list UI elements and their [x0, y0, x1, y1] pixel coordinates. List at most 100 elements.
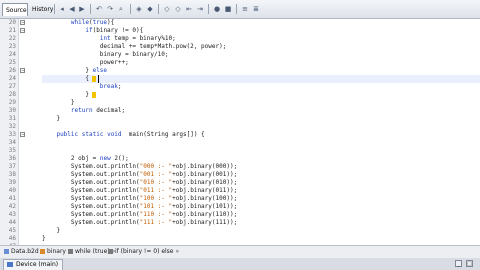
line-number: 45: [8, 227, 16, 234]
breadcrumb-label: while (true): [75, 248, 110, 255]
line-number: 31: [8, 115, 16, 122]
forward-icon[interactable]: ▶: [78, 5, 86, 13]
code-line[interactable]: System.out.println("010 :- "+obj.binary(…: [42, 179, 480, 187]
code-line[interactable]: }: [42, 235, 480, 243]
toolbar-separator: [54, 4, 55, 14]
line-number: 39: [8, 179, 16, 186]
fold-toggle-icon[interactable]: −: [20, 68, 25, 74]
tab-source[interactable]: Source: [2, 3, 28, 16]
toggle-bookmark-icon[interactable]: ◆: [146, 5, 154, 13]
line-number: 24: [8, 75, 16, 82]
toggle-highlight-icon[interactable]: ◈: [135, 5, 143, 13]
find-previous-icon[interactable]: ↶: [95, 5, 103, 13]
toolbar-separator: [158, 4, 159, 14]
next-bookmark-icon[interactable]: ◇: [174, 5, 182, 13]
fold-toggle-icon[interactable]: −: [20, 28, 25, 34]
line-number: 35: [8, 147, 16, 154]
code-line[interactable]: }: [42, 99, 480, 107]
line-number: 44: [8, 219, 16, 226]
find-next-icon[interactable]: ↷: [106, 5, 114, 13]
line-number: 25: [8, 59, 16, 66]
code-line[interactable]: if(binary != 0){: [42, 27, 480, 35]
breadcrumb-label: Data.b2d: [11, 248, 39, 255]
line-number: 33: [8, 131, 16, 138]
line-number: 21: [8, 27, 16, 34]
tab-output[interactable]: Device (main): [3, 259, 64, 270]
line-number: 24: [8, 51, 16, 58]
code-line[interactable]: System.out.println("110 :- "+obj.binary(…: [42, 211, 480, 219]
code-line[interactable]: decimal += temp*Math.pow(2, power);: [42, 43, 480, 51]
line-number: 37: [8, 163, 16, 170]
output-tab-bar: Device (main) _ □: [0, 258, 480, 270]
code-line[interactable]: int temp = binary%10;: [42, 35, 480, 43]
breadcrumb-item[interactable]: binary»: [40, 247, 72, 257]
line-number: 27: [8, 83, 16, 90]
find-selection-icon[interactable]: ⌕: [117, 5, 125, 13]
code-line[interactable]: }: [42, 91, 480, 99]
brace-match-marker: [92, 92, 96, 98]
line-number: 34: [8, 139, 16, 146]
code-line[interactable]: }: [42, 115, 480, 123]
comment-icon[interactable]: ≡: [241, 5, 249, 13]
breadcrumb-icon: [68, 249, 73, 254]
code-line[interactable]: public static void main(String args[]) {: [42, 131, 480, 139]
code-line[interactable]: System.out.println("000 :- "+obj.binary(…: [42, 163, 480, 171]
line-number: 28: [8, 91, 16, 98]
line-number: 43: [8, 211, 16, 218]
code-line[interactable]: System.out.println("111 :- "+obj.binary(…: [42, 219, 480, 227]
maximize-icon[interactable]: □: [466, 260, 473, 267]
line-number: 29: [8, 99, 16, 106]
fold-toggle-icon[interactable]: −: [20, 20, 25, 26]
output-tab-label: Device (main): [16, 261, 59, 268]
code-line[interactable]: [42, 123, 480, 131]
code-area[interactable]: while(true){ if(binary != 0){ int temp =…: [18, 19, 480, 245]
back-icon[interactable]: ◀: [68, 5, 76, 13]
previous-bookmark-icon[interactable]: ◇: [163, 5, 171, 13]
toolbar-separator: [130, 4, 131, 14]
breadcrumb-label: binary: [47, 248, 66, 255]
breadcrumb-item[interactable]: Data.b2d»: [4, 247, 44, 257]
code-line[interactable]: System.out.println("001 :- "+obj.binary(…: [42, 171, 480, 179]
line-number: 26: [8, 67, 16, 74]
code-line[interactable]: {: [42, 75, 480, 83]
toolbar-separator: [90, 4, 91, 14]
shift-left-icon[interactable]: ⇤: [185, 5, 193, 13]
code-line[interactable]: System.out.println("011 :- "+obj.binary(…: [42, 187, 480, 195]
tab-history[interactable]: History: [29, 3, 53, 16]
code-line[interactable]: 2 obj = new 2();: [42, 155, 480, 163]
code-line[interactable]: } else: [42, 67, 480, 75]
code-line[interactable]: return decimal;: [42, 107, 480, 115]
line-number: 38: [8, 171, 16, 178]
code-line[interactable]: break;: [42, 83, 480, 91]
breadcrumb-icon: [40, 249, 45, 254]
shift-right-icon[interactable]: ⇥: [196, 5, 204, 13]
uncomment-icon[interactable]: ≣: [252, 5, 260, 13]
editor-toolbar: Source History ◂ ◀ ▶ ↶ ↷ ⌕ ◈ ◆ ◇ ◇ ⇤ ⇥ ●…: [0, 0, 480, 19]
output-window-icon: [7, 262, 13, 267]
last-edit-icon[interactable]: ◂: [58, 5, 66, 13]
breadcrumb-item[interactable]: if (binary != 0) else»: [108, 247, 179, 257]
code-editor[interactable]: 20 21 22 23 24 25 26 24 27 28 29 30 31 32 33 34 35 36 37 38…: [0, 19, 480, 250]
code-line[interactable]: [42, 139, 480, 147]
stop-macro-icon[interactable]: ■: [224, 5, 232, 13]
code-line[interactable]: power++;: [42, 59, 480, 67]
code-line[interactable]: }: [42, 227, 480, 235]
minimize-icon[interactable]: _: [455, 260, 462, 267]
line-number: 46: [8, 235, 16, 242]
line-number: 20: [8, 19, 16, 26]
brace-match-marker: [92, 76, 96, 82]
code-line[interactable]: System.out.println("101 :- "+obj.binary(…: [42, 203, 480, 211]
line-number: 23: [8, 43, 16, 50]
line-number: 36: [8, 155, 16, 162]
code-line[interactable]: binary = binary/10;: [42, 51, 480, 59]
line-number-gutter: 20 21 22 23 24 25 26 24 27 28 29 30 31 32 33 34 35 36 37 38…: [0, 19, 19, 250]
start-macro-icon[interactable]: ●: [213, 5, 221, 13]
toolbar-separator: [208, 4, 209, 14]
fold-toggle-icon[interactable]: −: [20, 132, 25, 138]
line-number: 22: [8, 35, 16, 42]
code-line[interactable]: [42, 147, 480, 155]
code-line[interactable]: System.out.println("100 :- "+obj.binary(…: [42, 195, 480, 203]
breadcrumb-separator-icon: »: [175, 248, 180, 255]
code-line[interactable]: while(true){: [42, 19, 480, 27]
text-caret: [98, 75, 99, 83]
